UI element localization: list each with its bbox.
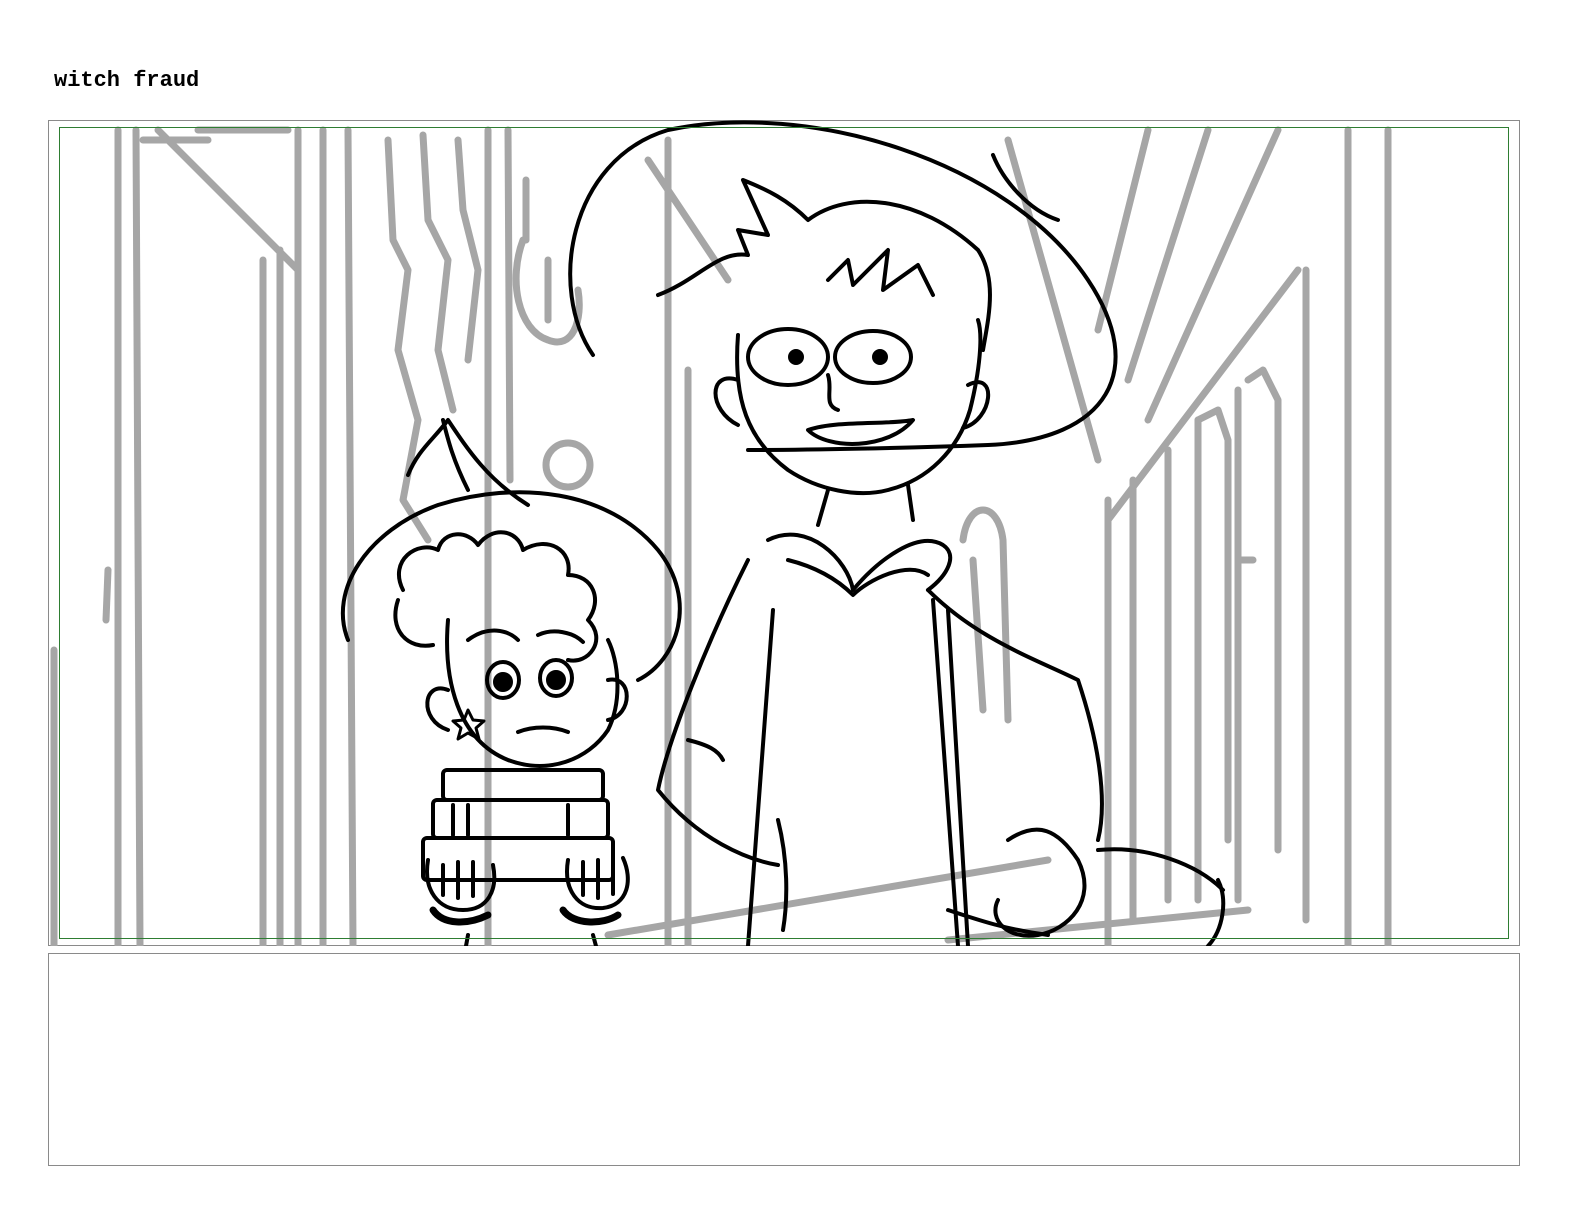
panel-notes-box[interactable] — [48, 953, 1520, 1166]
storyboard-panel-drawing — [48, 120, 1520, 946]
panel-notes-text — [49, 954, 1519, 974]
hallway-background-sketch — [50, 126, 1392, 946]
scene-title: witch fraud — [54, 68, 200, 93]
